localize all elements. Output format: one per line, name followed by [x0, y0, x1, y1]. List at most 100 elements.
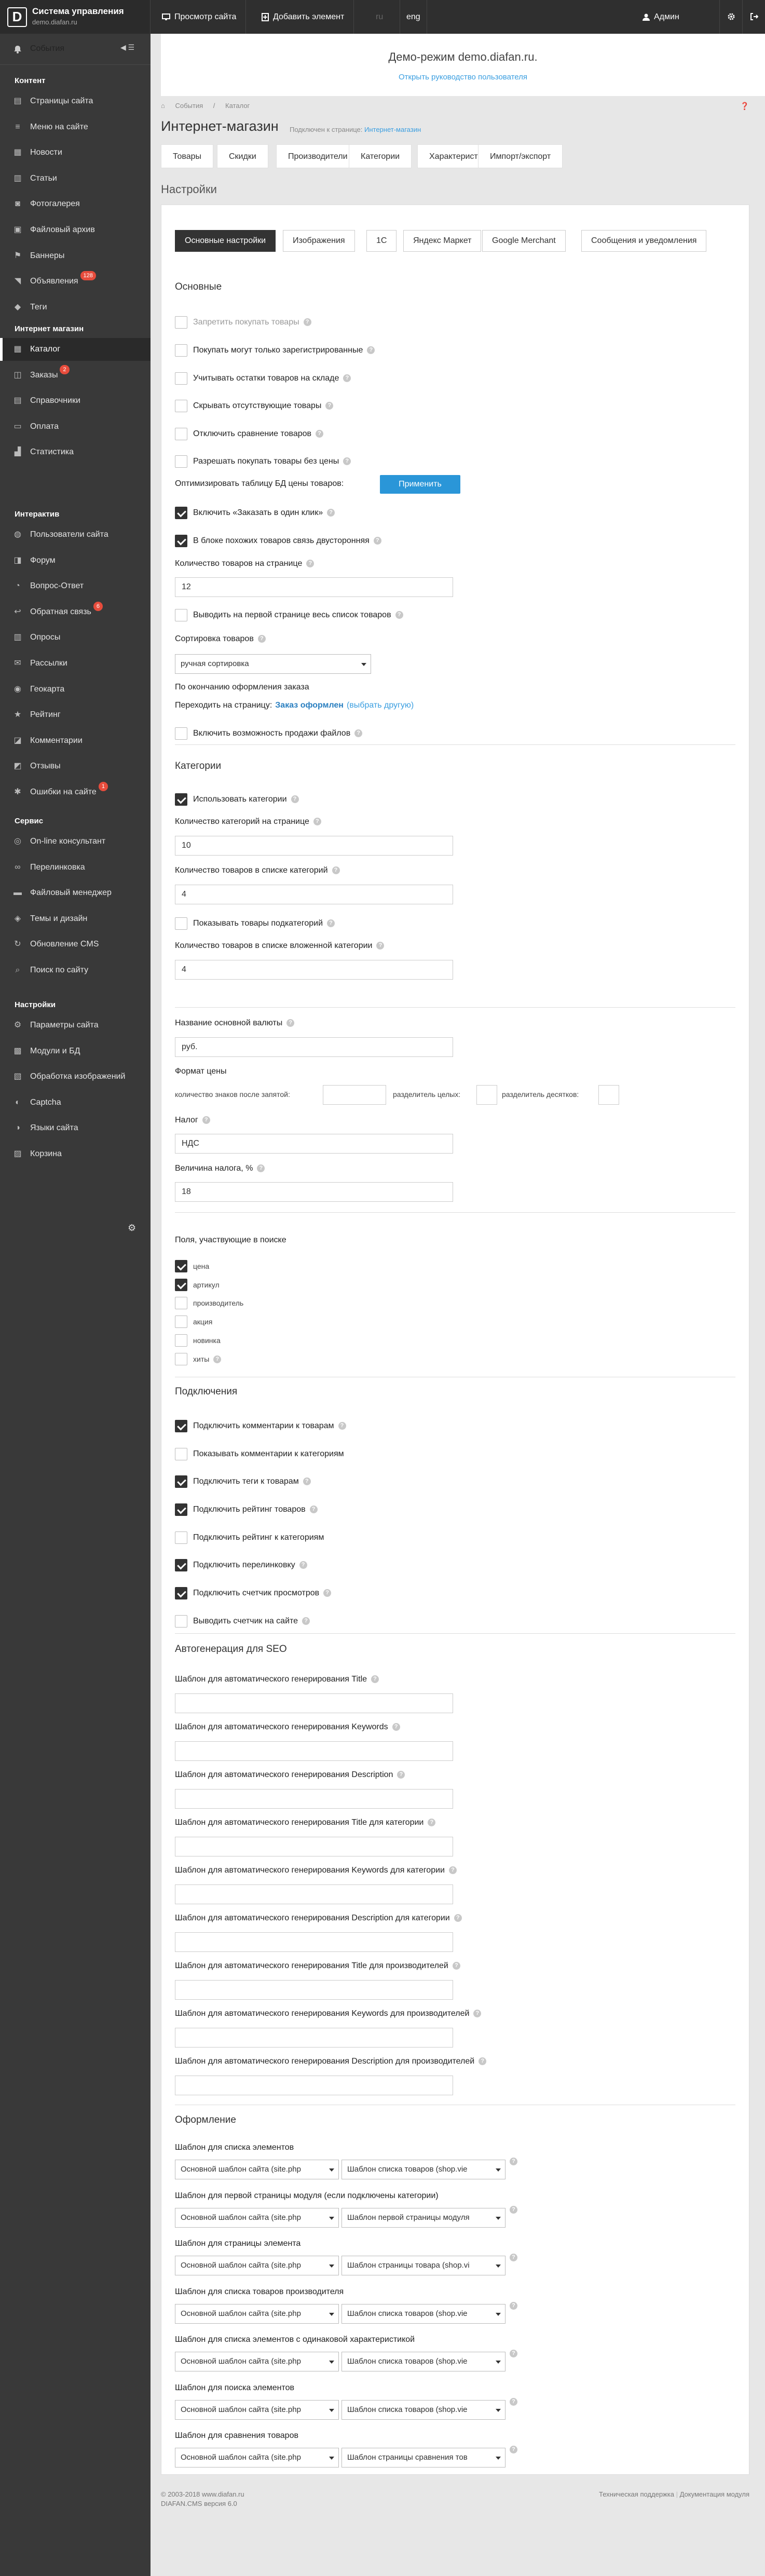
checkbox[interactable]: [175, 793, 187, 806]
seo-template-input[interactable]: [175, 1932, 453, 1952]
module-tab[interactable]: Скидки: [217, 144, 268, 168]
checkbox[interactable]: [175, 1420, 187, 1432]
help-icon[interactable]: ?: [510, 2446, 517, 2453]
help-icon[interactable]: ?: [373, 537, 381, 545]
sidebar-item[interactable]: ▣ Файловый архив: [0, 219, 151, 241]
demo-guide-link[interactable]: Открыть руководство пользователя: [161, 73, 765, 82]
template-select[interactable]: Основной шаблон сайта (site.php: [175, 2160, 339, 2179]
collapse-icon[interactable]: ◀ ☰: [120, 43, 134, 52]
sidebar-item[interactable]: ▨ Корзина: [0, 1143, 151, 1165]
sidebar-item[interactable]: ◥ Объявления128: [0, 270, 151, 293]
seo-template-input[interactable]: [175, 1884, 453, 1904]
view-select[interactable]: Шаблон списка товаров (shop.vie: [341, 2303, 506, 2324]
help-icon[interactable]: ?: [338, 1422, 346, 1430]
checkbox[interactable]: [175, 1531, 187, 1544]
view-select[interactable]: Шаблон первой страницы модуля: [341, 2207, 506, 2228]
checkbox[interactable]: [175, 1260, 187, 1272]
sidebar-item[interactable]: ▤ Страницы сайта: [0, 90, 151, 113]
sidebar-item[interactable]: ▦ Новости: [0, 141, 151, 164]
seo-template-input[interactable]: [175, 1980, 453, 2000]
lang-en[interactable]: eng: [400, 0, 427, 34]
checkbox[interactable]: [175, 1316, 187, 1328]
settings-tab[interactable]: Изображения: [283, 230, 355, 252]
logout-button[interactable]: [742, 0, 765, 34]
sidebar-gear-icon[interactable]: ⚙: [128, 1223, 136, 1233]
sidebar-item[interactable]: ◈ Темы и дизайн: [0, 907, 151, 930]
help-icon[interactable]: ?: [510, 2397, 517, 2406]
help-icon[interactable]: ?: [510, 2158, 517, 2165]
checkbox[interactable]: [175, 1587, 187, 1599]
tax-input[interactable]: НДС: [175, 1134, 453, 1154]
help-icon[interactable]: ?: [510, 2301, 517, 2310]
checkbox[interactable]: [175, 344, 187, 357]
items-per-page-input[interactable]: 12: [175, 577, 453, 597]
checkbox[interactable]: [175, 535, 187, 547]
help-icon[interactable]: ?: [309, 1506, 318, 1513]
sidebar-item[interactable]: ▟ Статистика: [0, 441, 151, 464]
settings-tab[interactable]: Основные настройки: [175, 230, 276, 252]
add-element-button[interactable]: Добавить элемент: [250, 0, 354, 34]
checkbox[interactable]: [175, 1334, 187, 1347]
help-icon[interactable]: ?: [452, 1962, 460, 1970]
lang-ru[interactable]: ru: [370, 0, 389, 34]
settings-tab[interactable]: Яндекс Маркет: [403, 230, 482, 252]
module-tab[interactable]: Категории: [349, 144, 412, 168]
sidebar-item[interactable]: ▤ Справочники: [0, 389, 151, 412]
tax-rate-input[interactable]: 18: [175, 1182, 453, 1202]
sidebar-item[interactable]: ◩ Отзывы: [0, 755, 151, 778]
help-icon[interactable]: ?: [473, 2010, 482, 2017]
seo-template-input[interactable]: [175, 1837, 453, 1856]
help-icon[interactable]: ?: [327, 919, 335, 927]
sidebar-item[interactable]: ◫ Заказы2: [0, 364, 151, 387]
category-list-count-input[interactable]: 4: [175, 885, 453, 904]
checkbox[interactable]: [175, 1615, 187, 1628]
checkbox[interactable]: [175, 1297, 187, 1309]
sidebar-item[interactable]: ▭ Оплата: [0, 415, 151, 438]
checkbox[interactable]: [175, 428, 187, 440]
help-icon[interactable]: ?: [306, 560, 315, 567]
sidebar-item[interactable]: ★ Рейтинг: [0, 703, 151, 726]
sidebar-item[interactable]: ◨ Форум: [0, 549, 151, 572]
sidebar-item[interactable]: ⌕ Поиск по сайту: [0, 959, 151, 982]
checkbox[interactable]: [175, 1279, 187, 1291]
help-icon[interactable]: ?: [448, 1866, 457, 1874]
redirect-page-link[interactable]: Заказ оформлен: [275, 701, 344, 710]
brand[interactable]: D Система управления demo.diafan.ru: [0, 0, 151, 34]
seo-template-input[interactable]: [175, 2076, 453, 2095]
help-icon[interactable]: ?: [510, 2254, 517, 2261]
help-icon[interactable]: ?: [257, 635, 266, 643]
currency-input[interactable]: руб.: [175, 1037, 453, 1057]
breadcrumb-events[interactable]: События: [175, 102, 203, 110]
template-select[interactable]: Основной шаблон сайта (site.php: [175, 2448, 339, 2467]
price-dec-sep-input[interactable]: [598, 1085, 619, 1105]
template-select[interactable]: Основной шаблон сайта (site.php: [175, 2256, 339, 2275]
help-icon[interactable]: ?: [303, 1477, 311, 1485]
view-select[interactable]: Шаблон страницы сравнения тов: [341, 2448, 506, 2467]
template-select[interactable]: Основной шаблон сайта (site.php: [175, 2207, 339, 2228]
apply-button[interactable]: Применить: [380, 475, 460, 494]
settings-button[interactable]: [719, 0, 742, 34]
sidebar-item[interactable]: ◎ On-line консультант: [0, 830, 151, 853]
help-icon[interactable]: ?: [332, 866, 340, 874]
checkbox[interactable]: [175, 1353, 187, 1365]
sidebar-item[interactable]: ≡ Меню на сайте: [0, 116, 151, 139]
help-icon[interactable]: ?: [343, 374, 351, 382]
checkbox[interactable]: [175, 455, 187, 468]
support-link[interactable]: Техническая поддержка: [599, 2490, 674, 2498]
checkbox[interactable]: [175, 1503, 187, 1516]
template-select[interactable]: Основной шаблон сайта (site.php: [175, 2399, 339, 2420]
module-tab[interactable]: Товары: [161, 144, 214, 168]
price-thousands-input[interactable]: [476, 1085, 497, 1105]
help-icon[interactable]: ?: [371, 1675, 379, 1683]
sidebar-item[interactable]: ◐ Captcha: [0, 1091, 151, 1114]
template-select[interactable]: Основной шаблон сайта (site.php: [175, 2352, 339, 2371]
help-icon[interactable]: ?: [302, 1617, 310, 1625]
help-icon[interactable]: ❓: [740, 102, 749, 111]
help-icon[interactable]: ?: [367, 346, 375, 354]
help-icon[interactable]: ?: [325, 402, 334, 410]
help-icon[interactable]: ?: [286, 1019, 295, 1027]
help-icon[interactable]: ?: [316, 430, 324, 438]
checkbox[interactable]: [175, 372, 187, 385]
nested-count-input[interactable]: 4: [175, 960, 453, 980]
docs-link[interactable]: Документация модуля: [680, 2490, 749, 2498]
